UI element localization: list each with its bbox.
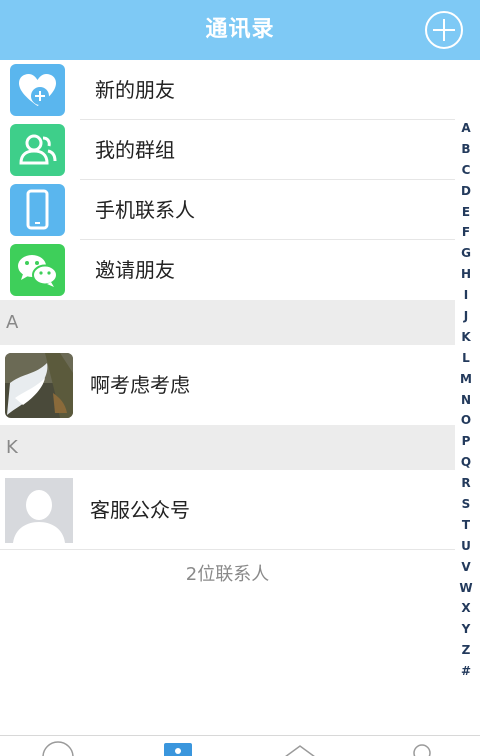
- plus-circle-icon: [425, 11, 463, 49]
- header-bar: 通讯录: [0, 0, 480, 60]
- contact-name: 啊考虑考虑: [90, 373, 190, 397]
- index-letter[interactable]: F: [455, 222, 477, 243]
- contact-count: 2位联系人: [185, 564, 270, 585]
- index-letter[interactable]: Z: [455, 640, 477, 661]
- index-letter[interactable]: C: [455, 160, 477, 181]
- person-icon: [413, 744, 431, 756]
- quick-item-label: 新的朋友: [95, 78, 175, 102]
- index-letter[interactable]: U: [455, 536, 477, 557]
- section-header-k: K: [0, 425, 455, 470]
- bottom-tab-bar: [0, 735, 480, 756]
- index-letter[interactable]: L: [455, 348, 477, 369]
- group-icon: [10, 124, 65, 176]
- index-letter[interactable]: O: [455, 410, 477, 431]
- index-letter[interactable]: #: [455, 661, 477, 682]
- tab-contacts[interactable]: [160, 739, 196, 756]
- index-letter[interactable]: E: [455, 202, 477, 223]
- index-letter[interactable]: J: [455, 306, 477, 327]
- default-avatar-icon: [5, 478, 73, 543]
- index-letter[interactable]: A: [455, 118, 477, 139]
- phone-icon: [10, 184, 65, 236]
- index-letter[interactable]: X: [455, 598, 477, 619]
- alphabet-index-bar[interactable]: A B C D E F G H I J K L M N O P Q R S T U V W X Y Z #: [455, 118, 477, 682]
- tab-me[interactable]: [404, 739, 440, 756]
- quick-item-my-groups[interactable]: 我的群组: [0, 120, 455, 180]
- index-letter[interactable]: M: [455, 369, 477, 390]
- section-header-a: A: [0, 300, 455, 345]
- quick-actions-list: 新的朋友 我的群组 手机联系人 邀请朋友: [0, 60, 455, 300]
- wechat-icon: [10, 244, 65, 296]
- index-letter[interactable]: P: [455, 431, 477, 452]
- avatar: [5, 353, 73, 418]
- quick-item-label: 手机联系人: [95, 198, 195, 222]
- index-letter[interactable]: H: [455, 264, 477, 285]
- index-letter[interactable]: R: [455, 473, 477, 494]
- index-letter[interactable]: Y: [455, 619, 477, 640]
- heart-plus-icon: [10, 64, 65, 116]
- quick-item-phone-contacts[interactable]: 手机联系人: [0, 180, 455, 240]
- index-letter[interactable]: V: [455, 557, 477, 578]
- quick-item-label: 我的群组: [95, 138, 175, 162]
- contact-name: 客服公众号: [90, 498, 190, 522]
- quick-item-new-friends[interactable]: 新的朋友: [0, 60, 455, 120]
- index-letter[interactable]: I: [455, 285, 477, 306]
- page-title: 通讯录: [205, 17, 275, 42]
- contacts-icon: [164, 743, 192, 756]
- contact-row[interactable]: 啊考虑考虑: [0, 345, 455, 425]
- index-letter[interactable]: K: [455, 327, 477, 348]
- index-letter[interactable]: N: [455, 390, 477, 411]
- quick-item-invite-friends[interactable]: 邀请朋友: [0, 240, 455, 300]
- index-letter[interactable]: B: [455, 139, 477, 160]
- chat-icon: [42, 741, 74, 756]
- tab-discover[interactable]: [282, 739, 318, 756]
- index-letter[interactable]: T: [455, 515, 477, 536]
- contact-row[interactable]: 客服公众号: [0, 470, 455, 550]
- index-letter[interactable]: G: [455, 243, 477, 264]
- index-letter[interactable]: S: [455, 494, 477, 515]
- divider: [0, 549, 455, 550]
- quick-item-label: 邀请朋友: [95, 258, 175, 282]
- tab-messages[interactable]: [40, 739, 76, 756]
- index-letter[interactable]: Q: [455, 452, 477, 473]
- add-button[interactable]: [424, 10, 464, 50]
- home-icon: [285, 745, 315, 756]
- index-letter[interactable]: D: [455, 181, 477, 202]
- index-letter[interactable]: W: [455, 578, 477, 599]
